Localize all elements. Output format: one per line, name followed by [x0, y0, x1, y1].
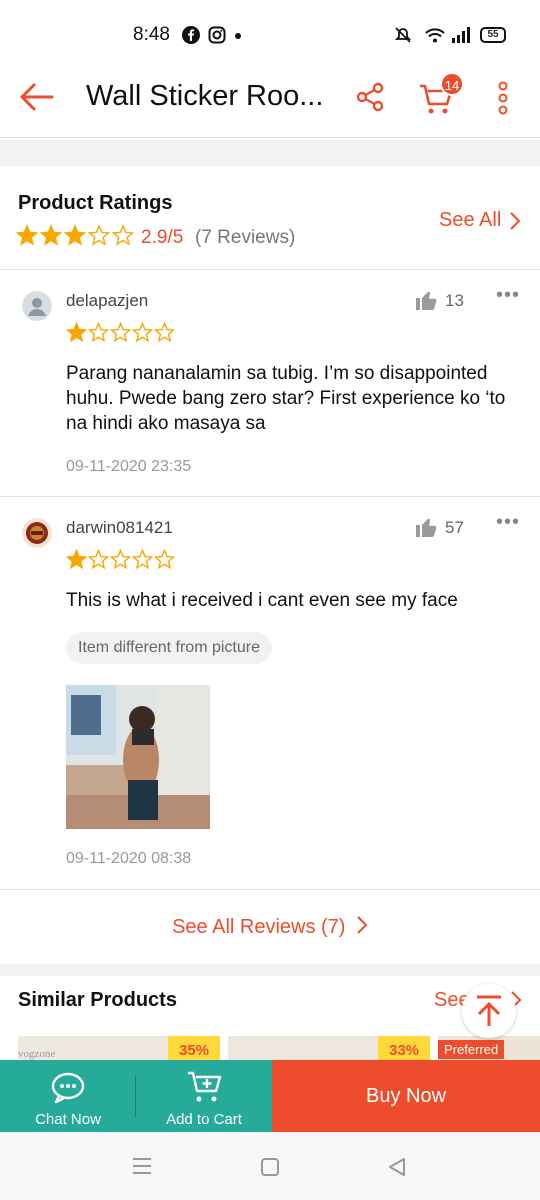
- app-header: Wall Sticker Roo... 14: [0, 70, 540, 138]
- review-username: delapazjen: [66, 291, 149, 310]
- star-icon: [111, 224, 135, 246]
- overall-stars: [15, 224, 136, 253]
- more-vertical-icon[interactable]: [496, 80, 510, 116]
- system-nav-bar: [0, 1132, 540, 1200]
- status-bar: 8:48 55: [0, 0, 540, 70]
- product-brand: vogzone: [18, 1048, 56, 1060]
- review-username: darwin081421: [66, 518, 173, 537]
- review-text: This is what i received i cant even see …: [66, 590, 458, 611]
- buy-now-button[interactable]: Buy Now: [272, 1060, 540, 1132]
- avatar: [22, 291, 52, 321]
- star-icon: [109, 322, 132, 343]
- status-time: 8:48: [133, 24, 170, 45]
- mute-icon: [394, 27, 412, 43]
- wifi-icon: [425, 28, 445, 43]
- star-icon: [109, 549, 132, 570]
- home-icon[interactable]: [260, 1157, 280, 1177]
- chat-now-label: Chat Now: [35, 1111, 101, 1128]
- ratings-title: Product Ratings: [18, 192, 173, 214]
- review-item: darwin081421 57 ••• This is what i recei…: [0, 497, 540, 890]
- star-icon: [153, 322, 176, 343]
- menu-icon[interactable]: [131, 1157, 153, 1175]
- arrow-up-icon: [477, 995, 501, 1026]
- rating-count: (7 Reviews): [195, 227, 296, 248]
- add-to-cart-label: Add to Cart: [166, 1111, 242, 1128]
- similar-products-title: Similar Products: [18, 989, 177, 1011]
- star-filled-icon: [67, 550, 86, 568]
- star-icon: [131, 549, 154, 570]
- back-arrow-icon[interactable]: [18, 82, 54, 112]
- see-all-reviews-label: See All Reviews (7): [172, 916, 346, 938]
- star-icon: [87, 224, 111, 246]
- chat-now-button[interactable]: Chat Now: [0, 1060, 136, 1132]
- star-filled-icon: [41, 226, 61, 245]
- similar-products-section: Similar Products See vogzone 35% 33% Pre…: [0, 976, 540, 1066]
- section-gap: [0, 964, 540, 976]
- review-likes-count: 57: [445, 518, 464, 537]
- review-more-icon[interactable]: •••: [496, 284, 520, 307]
- overall-star-icons: [15, 224, 135, 246]
- review-likes-count: 13: [445, 291, 464, 310]
- review-item: delapazjen 13 ••• Parang nananalamin sa …: [0, 270, 540, 497]
- thumbs-up-icon[interactable]: [414, 515, 438, 539]
- facebook-icon: [182, 26, 200, 44]
- star-icon: [131, 322, 154, 343]
- chevron-right-icon[interactable]: [508, 210, 522, 232]
- dot-icon: [235, 33, 241, 39]
- review-date: 09-11-2020 08:38: [66, 850, 192, 867]
- review-tag: Item different from picture: [66, 632, 272, 664]
- instagram-icon: [208, 26, 226, 44]
- page-title: Wall Sticker Roo...: [86, 80, 324, 112]
- share-icon[interactable]: [356, 82, 386, 112]
- section-gap: [0, 140, 540, 166]
- rating-score: 2.9/5: [141, 227, 184, 248]
- cart-count-badge: 14: [440, 72, 464, 96]
- star-filled-icon: [17, 226, 37, 245]
- review-stars: [66, 549, 176, 570]
- product-ratings-header[interactable]: Product Ratings 2.9/5 (7 Reviews) See Al…: [0, 166, 540, 270]
- add-to-cart-button[interactable]: Add to Cart: [136, 1060, 272, 1132]
- star-filled-icon: [65, 226, 83, 245]
- bottom-action-bar: Chat Now Add to Cart Buy Now: [0, 1060, 540, 1132]
- star-filled-icon: [67, 323, 86, 341]
- avatar: [22, 518, 52, 548]
- review-date: 09-11-2020 23:35: [66, 458, 192, 475]
- star-icon: [153, 549, 176, 570]
- chevron-right-icon: [357, 916, 368, 934]
- thumbs-up-icon[interactable]: [414, 288, 438, 312]
- star-icon: [87, 322, 110, 343]
- star-icon: [87, 549, 110, 570]
- back-icon[interactable]: [386, 1156, 408, 1178]
- review-photo[interactable]: [66, 685, 210, 829]
- review-stars: [66, 322, 176, 343]
- chat-icon: [51, 1072, 85, 1104]
- scroll-to-top-button[interactable]: [462, 984, 516, 1038]
- review-text: Parang nananalamin sa tubig. I’m so disa…: [66, 363, 506, 434]
- signal-icon: [452, 27, 470, 43]
- see-all-reviews-button[interactable]: See All Reviews (7): [0, 890, 540, 964]
- battery-indicator: 55: [480, 27, 506, 43]
- preferred-badge: Preferred: [438, 1040, 505, 1059]
- review-more-icon[interactable]: •••: [496, 511, 520, 534]
- ratings-see-all-link[interactable]: See All: [439, 209, 501, 232]
- add-to-cart-icon: [188, 1071, 222, 1102]
